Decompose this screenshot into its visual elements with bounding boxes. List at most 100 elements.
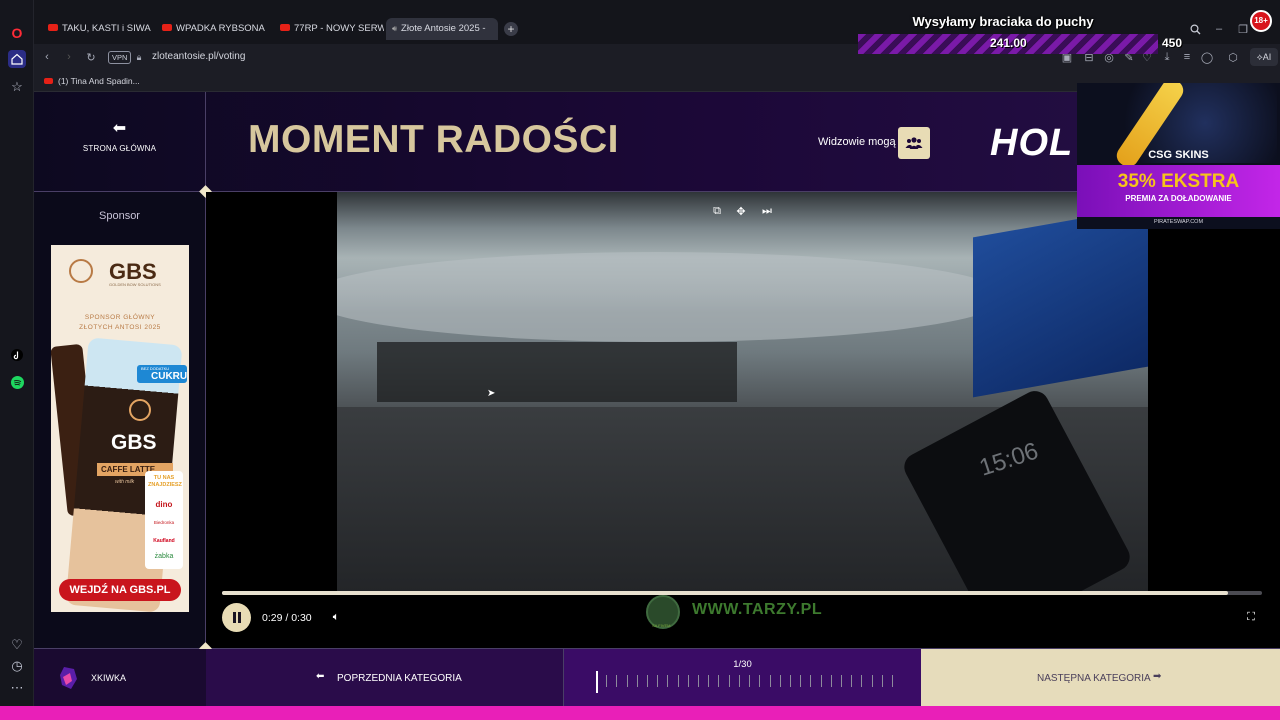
spotify-icon[interactable] (8, 373, 26, 391)
category-tick[interactable] (738, 675, 740, 687)
category-tick[interactable] (728, 675, 730, 687)
promo-overlay: CSG SKINS 35% EKSTRA PREMIA ZA DOŁADOWAN… (1077, 83, 1280, 229)
category-tick[interactable] (881, 675, 883, 687)
next-label: NASTĘPNA KATEGORIA (1037, 673, 1151, 684)
youtube-icon (48, 23, 58, 31)
ad-brand-sub: GOLDEN BOW SOLUTIONS (109, 282, 161, 287)
category-tick[interactable] (647, 675, 649, 687)
volume-icon[interactable]: 🔈︎ (329, 610, 343, 624)
vpn-badge[interactable]: VPN (108, 51, 132, 64)
history-icon[interactable]: ◷ (8, 657, 26, 675)
sponsor-label: Sponsor (99, 210, 140, 222)
category-tick[interactable] (820, 675, 822, 687)
skip-icon[interactable]: ⏭︎ (760, 204, 774, 218)
users-icon (905, 137, 923, 149)
category-tick-current[interactable] (596, 671, 598, 693)
home-icon[interactable] (8, 50, 26, 68)
bottom-accent-bar (0, 706, 1280, 720)
watermark-badge: SA FIVEM (652, 623, 671, 628)
category-tick[interactable] (871, 675, 873, 687)
picture-in-picture-icon[interactable]: ⧉ (710, 204, 724, 218)
category-tick[interactable] (769, 675, 771, 687)
category-tick[interactable] (698, 675, 700, 687)
category-tick[interactable] (759, 675, 761, 687)
category-progress: 1/30 (564, 649, 921, 706)
next-arrow-icon: ➡︎ (1153, 671, 1162, 682)
minimize-icon[interactable]: – (1212, 22, 1226, 36)
url-field[interactable]: zloteantosie.pl/voting (152, 51, 245, 62)
category-tick[interactable] (749, 675, 751, 687)
tiktok-icon[interactable] (8, 346, 26, 364)
reload-icon[interactable]: ↻ (84, 50, 98, 64)
category-tick[interactable] (718, 675, 720, 687)
store-zabka: żabka (154, 553, 174, 560)
store-kaufland: Kaufland (153, 538, 175, 544)
category-tick[interactable] (779, 675, 781, 687)
home-link[interactable]: ⬅︎ STRONA GŁÓWNA (34, 120, 205, 164)
promo-small: PREMIA ZA DOŁADOWANIE (1125, 194, 1232, 203)
category-tick[interactable] (606, 675, 608, 687)
progress-track[interactable] (222, 591, 1262, 595)
sponsor-ad[interactable]: GBS GOLDEN BOW SOLUTIONS SPONSOR GŁÓWNY … (51, 245, 189, 612)
prev-label: POPRZEDNIA KATEGORIA (337, 673, 462, 684)
search-icon[interactable] (1188, 22, 1202, 36)
category-tick[interactable] (851, 675, 853, 687)
next-category-button[interactable]: NASTĘPNA KATEGORIA ➡︎ (921, 649, 1280, 706)
category-tick[interactable] (687, 675, 689, 687)
opera-logo-icon[interactable]: O (8, 24, 26, 42)
csg-brand: CSG SKINS (1148, 149, 1209, 161)
pause-button[interactable] (222, 603, 251, 632)
forward-icon[interactable]: › (62, 50, 76, 64)
category-tick[interactable] (626, 675, 628, 687)
video-time: 0:29 / 0:30 (262, 612, 312, 624)
tab-taku[interactable]: TAKU, KASTI i SIWA | PATR (42, 18, 152, 40)
back-icon[interactable]: ‹ (40, 50, 54, 64)
category-tick[interactable] (677, 675, 679, 687)
tab-wpadka[interactable]: WPADKA RYBSONA I LEG (156, 18, 266, 40)
category-tick[interactable] (657, 675, 659, 687)
viewers-button[interactable] (898, 127, 930, 159)
gbs-logo-icon (69, 259, 93, 283)
category-tick[interactable] (708, 675, 710, 687)
viewers-label: Widzowie mogą (818, 136, 896, 148)
category-tick[interactable] (810, 675, 812, 687)
progress-fill (222, 591, 1228, 595)
menu-icon[interactable]: ≡ (1180, 50, 1194, 64)
new-tab-button[interactable]: + (504, 22, 518, 36)
heart-icon[interactable]: ♡ (8, 636, 26, 654)
bookmark-item[interactable]: (1) Tina And Spadin... (44, 76, 140, 86)
category-tick[interactable] (800, 675, 802, 687)
watermark-text: WWW.TARZY.PL (692, 601, 823, 618)
pause-icon (232, 612, 241, 623)
user-avatar[interactable] (58, 665, 80, 691)
speaker-icon: 🔊︎ (392, 24, 398, 33)
star-icon[interactable]: ☆ (8, 78, 26, 96)
ad-cta-button[interactable]: WEJDŹ NA GBS.PL (59, 579, 181, 601)
browser-sidebar: O ☆ ♡ ◷ ⋯ (0, 0, 34, 706)
extension-icon[interactable]: ⬡ (1226, 50, 1240, 64)
category-tick[interactable] (636, 675, 638, 687)
move-icon[interactable]: ✥ (734, 204, 748, 218)
mouse-cursor-icon: ➤ (487, 388, 496, 399)
promo-big: 35% EKSTRA (1117, 171, 1240, 192)
category-tick[interactable] (830, 675, 832, 687)
age-badge: 18+ (1250, 10, 1272, 32)
restore-icon[interactable]: ❐ (1236, 22, 1250, 36)
arrow-left-icon: ⬅︎ (112, 120, 127, 137)
fullscreen-icon[interactable]: ⛶ (1244, 610, 1258, 624)
more-icon[interactable]: ⋯ (8, 679, 26, 697)
download-icon[interactable]: ⤓ (1160, 50, 1174, 64)
prev-category-button[interactable]: ⬅︎ POPRZEDNIA KATEGORIA (206, 649, 563, 706)
account-icon[interactable]: ◯ (1200, 50, 1214, 64)
category-tick[interactable] (667, 675, 669, 687)
category-tick[interactable] (892, 675, 893, 687)
sugar-label: CUKRU (151, 371, 188, 382)
category-tick[interactable] (840, 675, 842, 687)
category-tick[interactable] (789, 675, 791, 687)
ai-button[interactable]: ⟡AI (1250, 48, 1278, 66)
lock-icon[interactable]: 🔒︎ (132, 50, 146, 64)
tab-77rp[interactable]: 77RP - NOWY SERWER W (274, 18, 384, 40)
tab-zlote-antosie[interactable]: 🔊︎ Złote Antosie 2025 - (386, 18, 498, 40)
category-tick[interactable] (616, 675, 618, 687)
category-tick[interactable] (861, 675, 863, 687)
